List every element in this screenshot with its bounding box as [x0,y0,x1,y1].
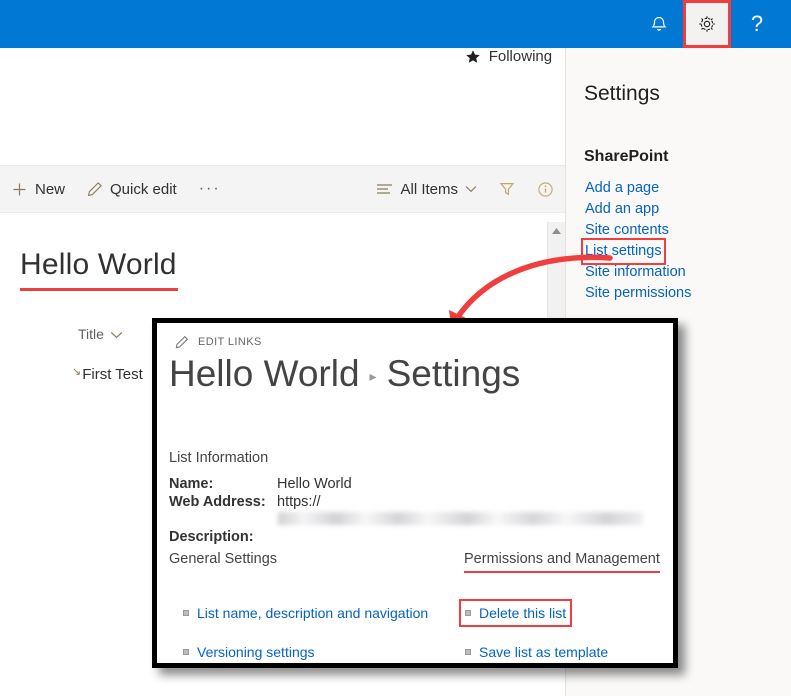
funnel-icon [499,181,515,197]
breadcrumb-parent[interactable]: Hello World [169,353,360,395]
popup-link-label: List name, description and navigation [197,605,428,621]
star-filled-icon [465,49,481,65]
settings-link-site-contents[interactable]: Site contents [584,220,692,241]
bullet-icon [183,649,189,655]
settings-link-site-information[interactable]: Site information [584,262,692,283]
chevron-down-icon [465,185,477,193]
settings-link-add-an-app[interactable]: Add an app [584,199,692,220]
help-label: ? [751,13,763,35]
scroll-up-arrow-icon[interactable] [548,222,565,239]
bullet-icon [183,610,189,616]
column-header-label: Title [78,326,104,342]
list-info-label-name: Name: [169,475,277,493]
breadcrumb: Hello World ▸ Settings [169,353,520,395]
edit-links-button[interactable]: EDIT LINKS [175,335,262,349]
web-address-prefix: https:// [277,494,321,510]
following-label: Following [489,48,552,65]
new-button[interactable]: New [0,167,76,211]
filter-button[interactable] [488,167,526,211]
gear-icon [696,13,718,35]
list-settings-popup: EDIT LINKS Hello World ▸ Settings List I… [152,318,678,668]
details-info-button[interactable] [526,167,565,211]
list-info-label-description: Description: [169,528,277,546]
list-information-table: Name: Hello World Web Address: https:// … [169,475,673,546]
view-label: All Items [400,181,458,198]
permissions-and-management-heading: Permissions and Management [464,551,660,573]
permissions-and-management-column: Permissions and Management Delete this l… [464,551,660,573]
page-title-underline-annotation [20,288,178,291]
notifications-button[interactable] [635,0,683,48]
list-info-value-description [277,528,673,546]
view-selector[interactable]: All Items [365,167,488,211]
pencil-icon [175,335,189,349]
list-command-bar: New Quick edit ··· All Items [0,165,565,213]
list-info-value-name: Hello World [277,475,673,493]
breadcrumb-separator-icon: ▸ [370,368,377,385]
list-view-icon [376,183,393,195]
chevron-down-icon [110,326,123,342]
settings-group-title: SharePoint [584,148,668,166]
general-settings-heading: General Settings [169,551,277,567]
settings-link-list-settings[interactable]: List settings [584,241,663,262]
quick-edit-button[interactable]: Quick edit [76,167,188,211]
page-title: Hello World [20,248,177,282]
suite-bar: ? [0,0,791,48]
new-item-indicator-icon: ↘ [72,365,81,378]
overflow-menu-button[interactable]: ··· [188,167,232,211]
bullet-icon [465,649,471,655]
list-info-row-description: Description: [169,528,673,546]
popup-link-versioning-settings[interactable]: Versioning settings [183,644,315,660]
new-label: New [35,181,65,198]
bullet-icon [465,610,471,616]
popup-link-label: Save list as template [479,644,608,660]
settings-link-list: Add a page Add an app Site contents List… [584,178,692,304]
list-info-value-web-address: https:// [277,493,673,528]
list-info-row-web-address: Web Address: https:// [169,493,673,528]
info-icon [537,181,554,198]
list-item-title: First Test [82,366,143,383]
list-info-label-web-address: Web Address: [169,493,277,528]
overflow-label: ··· [199,180,221,198]
popup-link-delete-this-list[interactable]: Delete this list [465,605,566,621]
popup-link-save-list-as-template[interactable]: Save list as template [465,644,608,660]
settings-link-add-a-page[interactable]: Add a page [584,178,692,199]
settings-panel-heading: Settings [584,82,660,106]
quick-edit-label: Quick edit [110,181,177,198]
popup-link-label: Versioning settings [197,644,315,660]
column-header-title[interactable]: Title [78,326,123,342]
popup-link-label: Delete this list [479,605,566,621]
list-info-row-name: Name: Hello World [169,475,673,493]
help-button[interactable]: ? [733,0,781,48]
bell-icon [649,14,669,34]
pencil-icon [87,181,103,197]
redacted-url-blur [278,512,643,525]
plus-icon [11,181,28,198]
table-row[interactable]: ↘ First Test [72,366,143,383]
settings-link-site-permissions[interactable]: Site permissions [584,283,692,304]
popup-link-list-name-description-navigation[interactable]: List name, description and navigation [183,605,428,621]
settings-gear-button[interactable] [683,0,731,48]
general-settings-column: General Settings List name, description … [169,551,277,567]
following-button[interactable]: Following [465,48,552,65]
breadcrumb-current: Settings [387,353,521,395]
edit-links-label: EDIT LINKS [198,336,262,348]
list-information-heading: List Information [169,450,268,466]
